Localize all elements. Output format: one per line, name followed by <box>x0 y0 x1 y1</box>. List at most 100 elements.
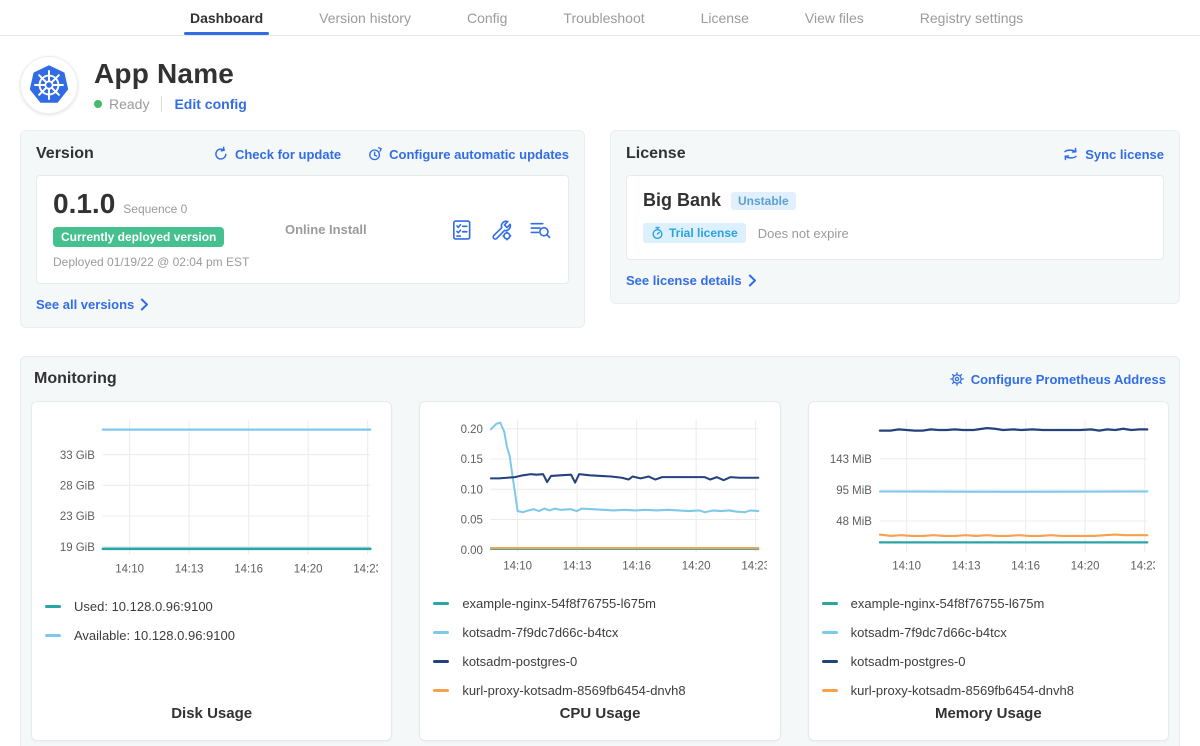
license-card-title: License <box>626 145 686 163</box>
legend-label: Available: 10.128.0.96:9100 <box>74 628 235 643</box>
refresh-icon <box>213 146 229 162</box>
tab-license[interactable]: License <box>701 0 749 35</box>
expiry-text: Does not expire <box>758 226 849 241</box>
x-tick-label: 14:23 <box>353 562 378 575</box>
legend-swatch <box>45 634 61 637</box>
tab-dashboard[interactable]: Dashboard <box>190 0 263 35</box>
disk-usage-chart-card: 14:1014:1314:1614:2014:2319 GiB23 GiB28 … <box>31 401 392 741</box>
memory-usage-chart: 14:1014:1314:1614:2014:2348 MiB95 MiB143… <box>822 412 1155 579</box>
version-card: Version Check for update Configure au <box>20 130 585 328</box>
y-tick-label: 0.20 <box>461 423 484 436</box>
chevron-right-icon <box>140 298 149 311</box>
configure-prometheus-button[interactable]: Configure Prometheus Address <box>949 371 1166 387</box>
legend-item: kurl-proxy-kotsadm-8569fb6454-dnvh8 <box>822 676 1155 705</box>
memory-usage-chart-card: 14:1014:1314:1614:2014:2348 MiB95 MiB143… <box>808 401 1169 741</box>
legend-swatch <box>822 631 838 634</box>
cpu-usage-chart: 14:1014:1314:1614:2014:230.000.050.100.1… <box>433 412 766 579</box>
y-tick-label: 0.15 <box>461 453 483 466</box>
kubernetes-logo-icon <box>26 62 72 108</box>
disk-usage-chart: 14:1014:1314:1614:2014:2319 GiB23 GiB28 … <box>45 412 378 582</box>
legend-label: kotsadm-postgres-0 <box>851 654 966 669</box>
legend-swatch <box>822 660 838 663</box>
memory-usage-legend: example-nginx-54f8f76755-l675m kotsadm-7f… <box>822 589 1155 705</box>
check-for-update-button[interactable]: Check for update <box>213 146 341 162</box>
y-tick-label: 28 GiB <box>60 479 95 492</box>
legend-label: kurl-proxy-kotsadm-8569fb6454-dnvh8 <box>462 683 685 698</box>
x-tick-label: 14:16 <box>1011 560 1040 573</box>
tab-troubleshoot[interactable]: Troubleshoot <box>563 0 644 35</box>
license-detail-panel: Big Bank Unstable Trial license Does not… <box>626 175 1164 260</box>
x-tick-label: 14:20 <box>294 562 323 575</box>
page-title: App Name <box>94 58 247 90</box>
legend-item: kotsadm-postgres-0 <box>822 647 1155 676</box>
chart-line <box>491 423 758 513</box>
edit-config-link[interactable]: Edit config <box>174 96 246 112</box>
view-logs-icon[interactable] <box>528 218 552 242</box>
current-version-panel: 0.1.0 Sequence 0 Currently deployed vers… <box>36 175 569 284</box>
tab-registry-settings[interactable]: Registry settings <box>920 0 1023 35</box>
clock-arrow-icon <box>367 146 383 162</box>
x-tick-label: 14:23 <box>1130 560 1155 573</box>
tab-version-history[interactable]: Version history <box>319 0 411 35</box>
cpu-usage-legend: example-nginx-54f8f76755-l675m kotsadm-7f… <box>433 589 766 705</box>
chart-line <box>880 428 1147 431</box>
legend-swatch <box>822 689 838 692</box>
configure-automatic-updates-button[interactable]: Configure automatic updates <box>367 146 569 162</box>
legend-label: kotsadm-7f9dc7d66c-b4tcx <box>851 625 1007 640</box>
customer-name: Big Bank <box>643 190 721 211</box>
sync-license-button[interactable]: Sync license <box>1062 146 1164 162</box>
y-tick-label: 0.05 <box>461 513 483 526</box>
x-tick-label: 14:20 <box>682 560 711 573</box>
x-tick-label: 14:10 <box>115 562 144 575</box>
monitoring-title: Monitoring <box>34 370 117 388</box>
stopwatch-icon <box>651 226 664 240</box>
currently-deployed-badge: Currently deployed version <box>53 227 224 247</box>
y-tick-label: 33 GiB <box>60 449 95 462</box>
version-number: 0.1.0 <box>53 190 115 218</box>
x-tick-label: 14:16 <box>623 560 652 573</box>
tab-view-files[interactable]: View files <box>805 0 864 35</box>
legend-label: kotsadm-postgres-0 <box>462 654 577 669</box>
legend-item: kotsadm-7f9dc7d66c-b4tcx <box>433 618 766 647</box>
version-card-title: Version <box>36 145 94 163</box>
trial-license-badge: Trial license <box>643 223 746 243</box>
config-wrench-icon[interactable] <box>489 218 513 242</box>
app-avatar <box>20 56 78 114</box>
y-tick-label: 23 GiB <box>60 510 95 523</box>
status-text: Ready <box>109 96 149 112</box>
legend-swatch <box>433 660 449 663</box>
x-tick-label: 14:13 <box>951 560 980 573</box>
legend-item: kurl-proxy-kotsadm-8569fb6454-dnvh8 <box>433 676 766 705</box>
legend-swatch <box>45 605 61 608</box>
divider <box>161 96 162 112</box>
x-tick-label: 14:16 <box>234 562 263 575</box>
x-tick-label: 14:13 <box>175 562 204 575</box>
y-tick-label: 0.00 <box>461 544 484 557</box>
legend-swatch <box>433 602 449 605</box>
legend-label: Used: 10.128.0.96:9100 <box>74 599 213 614</box>
tab-config[interactable]: Config <box>467 0 507 35</box>
sync-arrows-icon <box>1062 146 1079 162</box>
chart-title: CPU Usage <box>433 705 766 724</box>
chart-title: Disk Usage <box>45 705 378 724</box>
y-tick-label: 95 MiB <box>836 484 872 497</box>
y-tick-label: 0.10 <box>461 483 484 496</box>
legend-item: kotsadm-postgres-0 <box>433 647 766 676</box>
legend-swatch <box>822 602 838 605</box>
see-all-versions-link[interactable]: See all versions <box>36 297 149 312</box>
see-license-details-link[interactable]: See license details <box>626 273 757 288</box>
preflight-checks-icon[interactable] <box>450 218 474 242</box>
legend-label: example-nginx-54f8f76755-l675m <box>462 596 656 611</box>
status-dot <box>94 100 102 108</box>
legend-item: example-nginx-54f8f76755-l675m <box>433 589 766 618</box>
monitoring-section: Monitoring Configure Prometheus Address … <box>20 356 1180 746</box>
legend-item: Used: 10.128.0.96:9100 <box>45 592 378 621</box>
legend-item: example-nginx-54f8f76755-l675m <box>822 589 1155 618</box>
legend-swatch <box>433 631 449 634</box>
legend-swatch <box>433 689 449 692</box>
license-card: License Sync license Big Bank Unstable <box>610 130 1180 304</box>
x-tick-label: 14:13 <box>563 560 592 573</box>
deployed-timestamp: Deployed 01/19/22 @ 02:04 pm EST <box>53 255 273 269</box>
channel-badge: Unstable <box>731 192 796 210</box>
app-header: App Name Ready Edit config <box>0 36 1200 114</box>
